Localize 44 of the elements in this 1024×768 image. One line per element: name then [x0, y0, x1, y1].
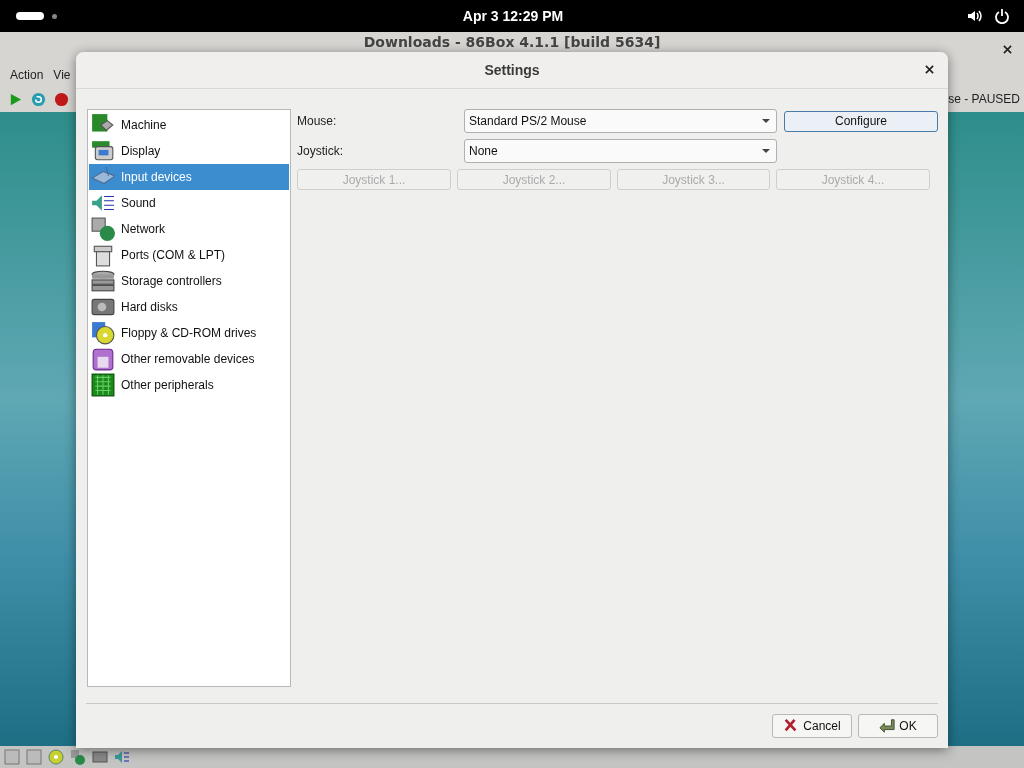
mouse-label: Mouse:	[297, 114, 338, 128]
sidebar-item[interactable]: Ports (COM & LPT)	[89, 242, 289, 268]
clock[interactable]: Apr 3 12:29 PM	[462, 8, 564, 24]
disc-icon[interactable]	[48, 749, 64, 765]
arrow-icon	[879, 718, 896, 734]
menu-item[interactable]: Vie	[53, 68, 71, 82]
caret-icon	[762, 149, 770, 153]
circuit-board-icon	[91, 373, 115, 397]
sidebar-item[interactable]: Machine	[89, 112, 289, 138]
sidebar-item[interactable]: Floppy & CD-ROM drives	[89, 320, 289, 346]
power-icon[interactable]	[994, 8, 1010, 24]
sidebar-item[interactable]: Input devices	[89, 164, 289, 190]
close-icon[interactable]	[1003, 45, 1012, 54]
network-icon	[91, 217, 115, 241]
joystick-dropdown[interactable]: None	[464, 139, 777, 163]
window-title: Downloads - 86Box 4.1.1 [build 5634]	[363, 34, 661, 50]
menu-item[interactable]: Action	[10, 68, 44, 82]
sidebar-item[interactable]: Hard disks	[89, 294, 289, 320]
joystick-label: Joystick:	[297, 144, 344, 158]
ok-button[interactable]: OK	[858, 714, 938, 738]
reset-icon[interactable]	[31, 91, 46, 107]
network-icon[interactable]	[70, 749, 86, 765]
close-icon[interactable]	[925, 65, 934, 74]
dialog-title: Settings	[484, 62, 540, 78]
caret-icon	[762, 119, 770, 123]
cancel-button[interactable]: Cancel	[772, 714, 852, 738]
sidebar-item[interactable]: Display	[89, 138, 289, 164]
floppy-icon	[91, 347, 115, 371]
volume-icon[interactable]	[966, 8, 982, 24]
sidebar-item[interactable]: Other removable devices	[89, 346, 289, 372]
sidebar-item[interactable]: Network	[89, 216, 289, 242]
status-text: se - PAUSED	[948, 92, 1020, 106]
workspace-dot[interactable]	[52, 13, 57, 19]
sidebar-item[interactable]: Sound	[89, 190, 289, 216]
disk-stack-icon	[91, 269, 115, 293]
sidebar-item[interactable]: Storage controllers	[89, 268, 289, 294]
monitor-icon	[91, 139, 115, 163]
play-icon[interactable]	[8, 91, 23, 107]
activities-indicator[interactable]	[16, 12, 44, 20]
disc-icon	[91, 321, 115, 345]
sidebar-item[interactable]: Other peripherals	[89, 372, 289, 398]
speaker-icon[interactable]	[114, 749, 130, 765]
mouse-dropdown[interactable]: Standard PS/2 Mouse	[464, 109, 777, 133]
configure-button[interactable]: Configure	[784, 110, 938, 132]
